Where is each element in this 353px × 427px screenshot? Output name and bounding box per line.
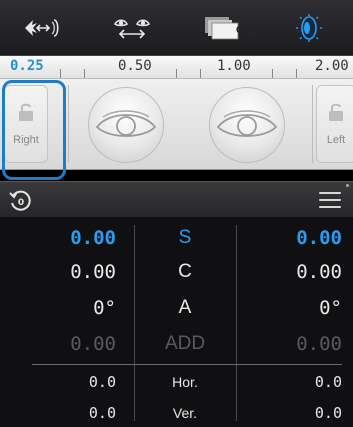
- step-option-0-50[interactable]: 0.50: [118, 58, 152, 74]
- row-divider: [32, 364, 342, 365]
- cylinder-label: C: [178, 261, 192, 282]
- unlocked-padlock-icon: [19, 103, 33, 121]
- left-eye-label: Left: [326, 134, 346, 146]
- divider: [312, 85, 313, 163]
- ruler-tick: [176, 69, 177, 78]
- reset-icon[interactable]: 0: [8, 188, 34, 214]
- eye-selection-strip: Right Left: [0, 78, 353, 170]
- eye-icon: [216, 110, 278, 137]
- eye-swap-icon: [114, 18, 151, 39]
- sphere-label: S: [178, 227, 192, 248]
- hamburger-menu-icon[interactable]: [319, 192, 341, 208]
- ruler-tick: [272, 69, 273, 78]
- right-vertical-prism-value[interactable]: 0.0: [0, 404, 116, 422]
- left-add-value: 0.00: [296, 333, 342, 355]
- right-eye-button[interactable]: Right: [4, 85, 48, 163]
- chart-switch-icon: [25, 18, 59, 37]
- left-eye-dome[interactable]: [209, 87, 285, 163]
- chart-card-label: C: [236, 25, 244, 36]
- ruler-tick: [200, 69, 201, 78]
- right-horizontal-prism-value[interactable]: 0.0: [0, 373, 116, 391]
- right-cylinder-value[interactable]: 0.00: [0, 261, 116, 283]
- right-eye-label: Right: [13, 134, 39, 146]
- right-axis-value[interactable]: 0°: [0, 297, 116, 319]
- eye-icon: [95, 110, 157, 137]
- ruler-tick: [60, 69, 61, 78]
- step-ruler: 0.25 0.50 1.00 2.00: [0, 56, 353, 78]
- refraction-data-panel: 0.00 S 0.00 0.00 C 0.00 0° A 0° 0.00 ADD…: [0, 217, 353, 427]
- add-label: ADD: [164, 333, 206, 354]
- chart-cards-icon: [204, 16, 239, 39]
- right-eye-dome[interactable]: [88, 87, 164, 163]
- ruler-tick: [84, 69, 85, 78]
- indicator-dot: [346, 184, 349, 187]
- panel-header: 0: [0, 181, 353, 217]
- unlocked-padlock-icon: [329, 103, 343, 121]
- top-toolbar: C: [0, 0, 353, 56]
- step-option-1-00[interactable]: 1.00: [217, 58, 251, 74]
- column-divider: [236, 225, 237, 421]
- left-vertical-prism-value[interactable]: 0.0: [236, 404, 342, 422]
- chart-switch-button[interactable]: [9, 6, 79, 50]
- vertical-prism-label: Ver.: [172, 405, 198, 421]
- step-option-0-25[interactable]: 0.25: [10, 58, 44, 74]
- chart-cards-button[interactable]: C: [186, 6, 256, 50]
- column-divider: [134, 225, 135, 421]
- left-eye-button[interactable]: Left: [316, 85, 353, 163]
- svg-text:0: 0: [18, 198, 24, 208]
- right-add-value: 0.00: [70, 333, 116, 355]
- ruler-tick: [296, 69, 297, 78]
- right-sphere-value[interactable]: 0.00: [0, 227, 116, 249]
- horizontal-prism-label: Hor.: [172, 374, 198, 390]
- eye-illumination-icon: [295, 13, 322, 42]
- step-option-2-00[interactable]: 2.00: [315, 58, 349, 74]
- eye-illumination-button[interactable]: [274, 6, 344, 50]
- divider: [68, 85, 69, 163]
- left-horizontal-prism-value[interactable]: 0.0: [236, 373, 342, 391]
- axis-label: A: [178, 297, 192, 318]
- eye-swap-button[interactable]: [97, 6, 167, 50]
- left-cylinder-value[interactable]: 0.00: [236, 261, 342, 283]
- left-sphere-value[interactable]: 0.00: [236, 227, 342, 249]
- left-axis-value[interactable]: 0°: [236, 297, 342, 319]
